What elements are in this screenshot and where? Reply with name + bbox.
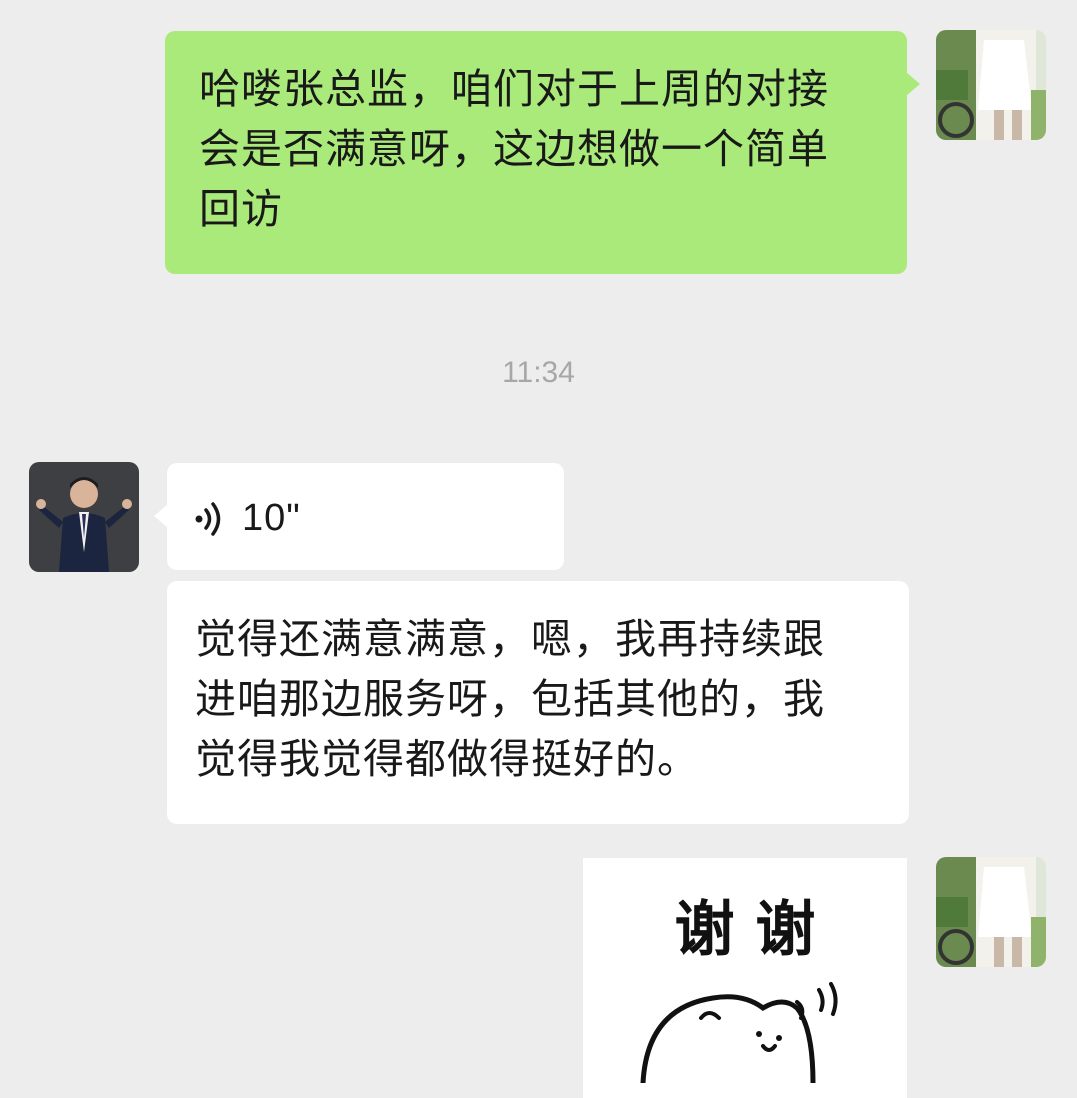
voice-message-bubble[interactable]: 10" xyxy=(167,463,564,570)
thank-you-sticker-image: 谢 谢 xyxy=(640,895,838,1086)
outgoing-message-bubble[interactable]: 哈喽张总监，咱们对于上周的对接 会是否满意呀，这边想做一个简单 回访 xyxy=(165,31,907,274)
sticker-message[interactable]: 谢 谢 xyxy=(583,858,907,1098)
voice-transcript-bubble[interactable]: 觉得还满意满意，嗯，我再持续跟 进咱那边服务呀，包括其他的，我 觉得我觉得都做得… xyxy=(167,581,909,824)
voice-duration: 10" xyxy=(242,497,301,539)
self-avatar[interactable] xyxy=(936,857,1046,967)
message-line: 回访 xyxy=(199,185,283,233)
message-line: 会是否满意呀，这边想做一个简单 xyxy=(199,125,829,173)
contact-avatar[interactable] xyxy=(29,462,139,572)
self-avatar[interactable] xyxy=(936,30,1046,140)
message-line: 哈喽张总监，咱们对于上周的对接 xyxy=(199,65,829,113)
bubble-tail xyxy=(154,504,168,528)
sticker-text: 谢 谢 xyxy=(675,895,816,965)
self-avatar-image xyxy=(936,857,1046,967)
message-line: 觉得还满意满意，嗯，我再持续跟 xyxy=(195,615,825,663)
contact-avatar-image xyxy=(29,462,139,572)
bubble-tail xyxy=(906,72,920,96)
voice-wave-icon xyxy=(195,502,221,536)
message-line: 觉得我觉得都做得挺好的。 xyxy=(195,735,699,783)
self-avatar-image xyxy=(936,30,1046,140)
message-line: 进咱那边服务呀，包括其他的，我 xyxy=(195,675,825,723)
timestamp: 11:34 xyxy=(502,356,575,389)
